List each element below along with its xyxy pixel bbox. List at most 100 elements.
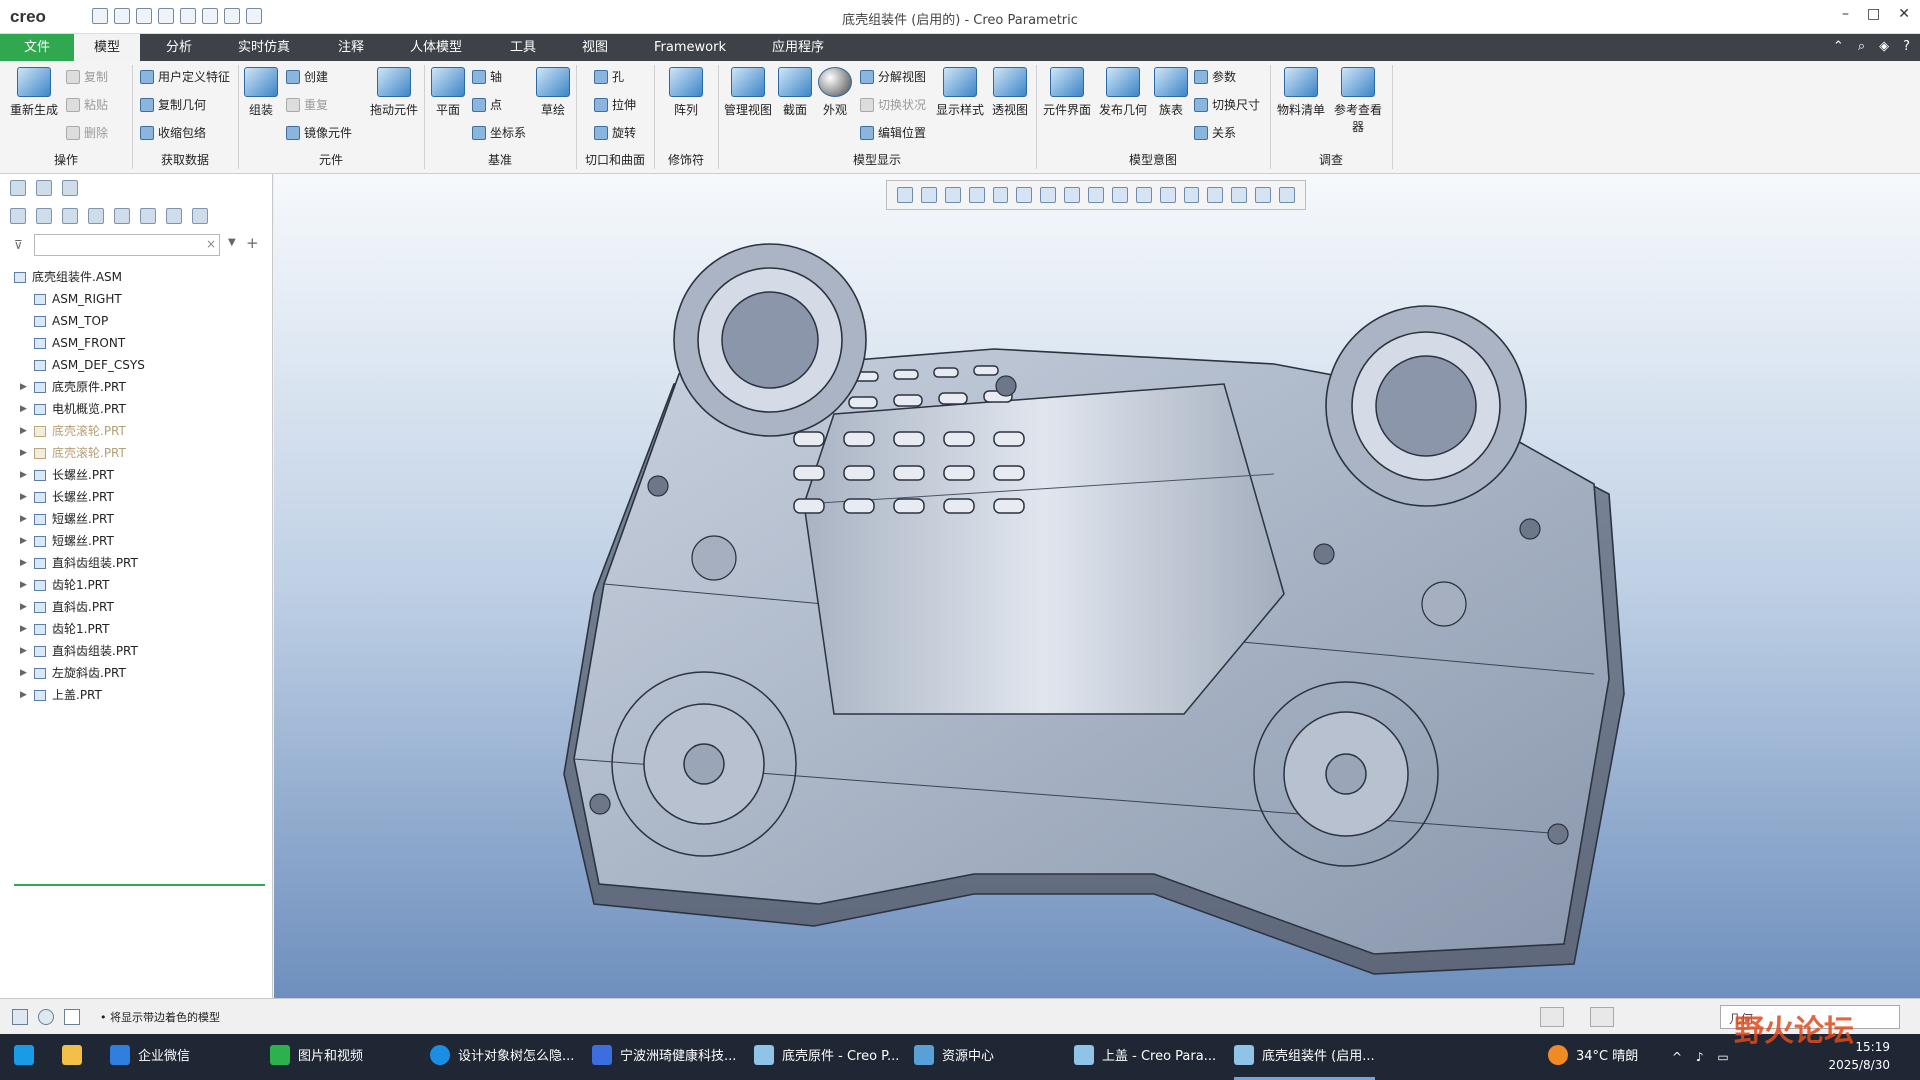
tab-annotate[interactable]: 注释 (318, 34, 384, 61)
create-button[interactable]: 创建 (286, 68, 328, 85)
expand-arrow-icon[interactable]: ▶ (20, 596, 27, 618)
group-modifiers[interactable]: 修饰符 (654, 151, 718, 168)
browser-icon[interactable] (38, 1009, 54, 1025)
taskbar-app-edge[interactable]: 设计对象树怎么隐... (430, 1034, 574, 1080)
pattern-button[interactable]: 阵列 (660, 67, 712, 118)
repeat-button[interactable]: 重复 (286, 96, 328, 113)
show-icon[interactable] (10, 208, 26, 224)
expand-arrow-icon[interactable]: ▶ (20, 640, 27, 662)
tab-file[interactable]: 文件 (0, 34, 74, 61)
mirror-component-button[interactable]: 镜像元件 (286, 124, 352, 141)
tree-root[interactable]: 底壳组装件.ASM (0, 266, 272, 288)
group-get-data[interactable]: 获取数据 (132, 151, 238, 168)
start-button[interactable] (14, 1034, 42, 1080)
group-datum[interactable]: 基准 (424, 151, 576, 168)
collapse-ribbon-icon[interactable]: ⌃ (1833, 39, 1844, 54)
group-investigate[interactable]: 调查 (1270, 151, 1392, 168)
hole-button[interactable]: 孔 (594, 68, 624, 85)
tree-item[interactable]: ▶ 齿轮1.PRT (0, 574, 272, 596)
more-icon[interactable] (192, 208, 208, 224)
regenerate-button[interactable]: 重新生成 (8, 67, 60, 118)
plane-button[interactable]: 平面 (430, 67, 466, 118)
appearance-button[interactable]: 外观 (818, 67, 852, 118)
shrinkwrap-button[interactable]: 收缩包络 (140, 124, 206, 141)
graphics-window[interactable] (274, 174, 1920, 998)
switch-dimensions-button[interactable]: 切换尺寸 (1194, 96, 1260, 113)
copy-button[interactable]: 复制 (66, 68, 108, 85)
group-model-display[interactable]: 模型显示 (718, 151, 1036, 168)
user-defined-feature-button[interactable]: 用户定义特征 (140, 68, 230, 85)
tree-item[interactable]: ASM_RIGHT (0, 288, 272, 310)
select-box-icon[interactable] (1590, 1007, 1614, 1027)
tab-live-simulation[interactable]: 实时仿真 (224, 34, 304, 61)
favorites-tab-icon[interactable] (62, 180, 78, 196)
help-icon[interactable]: ? (1903, 39, 1910, 54)
expand-arrow-icon[interactable]: ▶ (20, 420, 27, 442)
expand-arrow-icon[interactable]: ▶ (20, 618, 27, 640)
tree-item[interactable]: ▶ 上盖.PRT (0, 684, 272, 706)
family-table-button[interactable]: 族表 (1152, 67, 1190, 118)
tree-item[interactable]: ▶ 电机概览.PRT (0, 398, 272, 420)
tab-framework[interactable]: Framework (645, 34, 735, 61)
paste-button[interactable]: 粘贴 (66, 96, 108, 113)
expand-arrow-icon[interactable]: ▶ (20, 552, 27, 574)
display-style-button[interactable]: 显示样式 (934, 67, 986, 118)
close-icon[interactable]: ✕ (1898, 6, 1910, 22)
search-icon[interactable]: ⌕ (1858, 39, 1865, 54)
component-interface-button[interactable]: 元件界面 (1040, 67, 1094, 118)
expand-arrow-icon[interactable]: ▶ (20, 662, 27, 684)
weather-widget[interactable]: 34°C 晴朗 (1548, 1034, 1638, 1080)
taskbar-app-browser[interactable]: 宁波洲琦健康科技... (592, 1034, 736, 1080)
tree-item[interactable]: ▶ 底壳原件.PRT (0, 376, 272, 398)
clear-icon[interactable]: × (206, 237, 216, 251)
tree-item[interactable]: ▶ 短螺丝.PRT (0, 530, 272, 552)
toggle-navigator-icon[interactable] (12, 1009, 28, 1025)
tab-applications[interactable]: 应用程序 (758, 34, 838, 61)
point-button[interactable]: 点 (472, 96, 502, 113)
copy-geometry-button[interactable]: 复制几何 (140, 96, 206, 113)
tree-item[interactable]: ▶ 直斜齿组装.PRT (0, 552, 272, 574)
expand-arrow-icon[interactable]: ▶ (20, 574, 27, 596)
publish-geometry-button[interactable]: 发布几何 (1096, 67, 1150, 118)
explode-view-button[interactable]: 分解视图 (860, 68, 926, 85)
network-icon[interactable]: ▭ (1717, 1050, 1728, 1064)
insert-indicator[interactable] (14, 884, 265, 886)
drag-component-button[interactable]: 拖动元件 (366, 67, 422, 118)
maximize-icon[interactable]: □ (1867, 6, 1880, 22)
delete-button[interactable]: 删除 (66, 124, 108, 141)
axis-button[interactable]: 轴 (472, 68, 502, 85)
section-button[interactable]: 截面 (778, 67, 812, 118)
parameters-button[interactable]: 参数 (1194, 68, 1236, 85)
expand-arrow-icon[interactable]: ▶ (20, 684, 27, 706)
tree-list-icon[interactable] (62, 208, 78, 224)
full-screen-icon[interactable] (64, 1009, 80, 1025)
expand-arrow-icon[interactable]: ▶ (20, 486, 27, 508)
sketch-button[interactable]: 草绘 (536, 67, 570, 118)
folder-browser-tab-icon[interactable] (36, 180, 52, 196)
toggle-status-button[interactable]: 切换状况 (860, 96, 926, 113)
taskbar-app-wecom[interactable]: 企业微信 (110, 1034, 190, 1080)
tree-item[interactable]: ▶ 底壳滚轮.PRT (0, 442, 272, 464)
tree-item[interactable]: ▶ 左旋斜齿.PRT (0, 662, 272, 684)
tree-item[interactable]: ▶ 长螺丝.PRT (0, 464, 272, 486)
tab-analysis[interactable]: 分析 (146, 34, 212, 61)
expand-arrow-icon[interactable]: ▶ (20, 376, 27, 398)
perspective-button[interactable]: 透视图 (988, 67, 1032, 118)
minimize-icon[interactable]: – (1842, 6, 1849, 22)
tree-item[interactable]: ▶ 短螺丝.PRT (0, 508, 272, 530)
expand-arrow-icon[interactable]: ▶ (20, 442, 27, 464)
taskbar-app-resource-center[interactable]: 资源中心 (914, 1034, 994, 1080)
expand-arrow-icon[interactable]: ▶ (20, 508, 27, 530)
revolve-button[interactable]: 旋转 (594, 124, 636, 141)
gear-icon[interactable] (166, 208, 182, 224)
group-operations[interactable]: 操作 (0, 151, 132, 168)
list-icon[interactable] (36, 208, 52, 224)
edit-position-button[interactable]: 编辑位置 (860, 124, 926, 141)
reference-viewer-button[interactable]: 参考查看器 (1330, 67, 1386, 135)
find-icon[interactable] (1540, 1007, 1564, 1027)
group-cut-surface[interactable]: 切口和曲面 (576, 151, 654, 168)
tree-item[interactable]: ASM_DEF_CSYS (0, 354, 272, 376)
tree-item[interactable]: ▶ 直斜齿.PRT (0, 596, 272, 618)
tree-search-input[interactable] (34, 234, 220, 256)
tab-view[interactable]: 视图 (562, 34, 628, 61)
